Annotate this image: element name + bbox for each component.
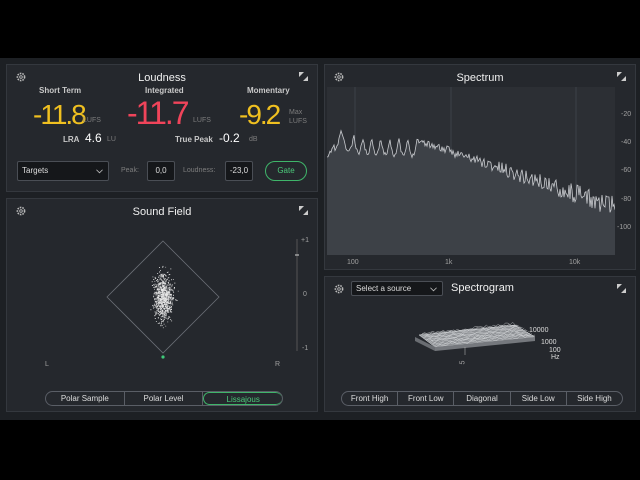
loudness-panel: Loudness Short Term -11.8 LUFS Integrate… xyxy=(6,64,318,192)
integrated-label: Integrated xyxy=(145,86,184,95)
spectrum-x-100: 100 xyxy=(347,259,359,266)
scale-plus-one: +1 xyxy=(301,237,309,244)
spectrogram-freq-unit: Hz xyxy=(551,354,560,361)
spectrogram-freq-10000: 10000 xyxy=(529,327,549,334)
chevron-down-icon xyxy=(96,169,103,174)
sound-field-mode-selector: Polar Sample Polar Level Lissajous xyxy=(45,391,283,406)
targets-select[interactable]: Targets xyxy=(17,161,109,181)
source-select-label: Select a source xyxy=(356,284,412,293)
expand-icon[interactable] xyxy=(298,71,309,82)
spectrogram-view-selector: Front High Front Low Diagonal Side Low S… xyxy=(341,391,623,406)
spectrogram-panel: Select a source Spectrogram 10000 1000 1… xyxy=(324,276,636,412)
gear-icon[interactable] xyxy=(333,283,345,295)
short-term-unit: LUFS xyxy=(83,117,101,124)
source-select[interactable]: Select a source xyxy=(351,281,443,296)
lra-label: LRA xyxy=(63,135,80,144)
loudness-title: Loudness xyxy=(138,72,186,84)
true-peak-label: True Peak xyxy=(175,135,213,144)
momentary-value: -9.2 xyxy=(239,99,281,130)
gate-button[interactable]: Gate xyxy=(265,161,307,181)
spectrum-y-100: -100 xyxy=(617,224,632,231)
lra-unit: LU xyxy=(107,136,116,143)
spectrum-y-80: -80 xyxy=(621,196,632,203)
spectrum-y-40: -40 xyxy=(621,139,632,146)
mode-polar-level[interactable]: Polar Level xyxy=(125,392,204,405)
integrated-value: -11.7 xyxy=(127,95,190,131)
spectrogram-3d-display xyxy=(415,322,536,355)
expand-icon[interactable] xyxy=(616,71,627,82)
short-term-value: -11.8 xyxy=(33,99,87,130)
lissajous-display xyxy=(106,239,299,359)
momentary-unit-lufs: LUFS xyxy=(289,118,307,125)
peak-input[interactable]: 0,0 xyxy=(147,161,175,181)
lra-value: 4.6 xyxy=(85,131,102,145)
sound-field-panel: Sound Field +1 0 -1 L R Polar Sample Pol… xyxy=(6,198,318,412)
loudness-target-label: Loudness: xyxy=(183,167,216,174)
integrated-unit: LUFS xyxy=(193,117,211,124)
view-side-high[interactable]: Side High xyxy=(567,392,622,405)
spectrogram-title: Spectrogram xyxy=(451,282,514,294)
mode-lissajous[interactable]: Lissajous xyxy=(203,392,282,405)
view-front-low[interactable]: Front Low xyxy=(398,392,455,405)
expand-icon[interactable] xyxy=(616,283,627,294)
spectrogram-time-label: 5 xyxy=(459,360,467,365)
insight-meter-window: Loudness Short Term -11.8 LUFS Integrate… xyxy=(0,58,640,420)
true-peak-unit: dB xyxy=(249,136,258,143)
right-channel-label: R xyxy=(275,361,281,368)
targets-select-label: Targets xyxy=(22,166,49,175)
mode-polar-sample[interactable]: Polar Sample xyxy=(46,392,125,405)
spectrum-graph xyxy=(327,87,615,255)
spectrum-x-1k: 1k xyxy=(445,259,453,266)
scale-minus-one: -1 xyxy=(302,345,309,352)
momentary-label: Momentary xyxy=(247,86,290,95)
momentary-unit-max: Max xyxy=(289,109,303,116)
true-peak-value: -0.2 xyxy=(219,131,240,145)
scale-zero: 0 xyxy=(303,291,307,298)
spectrogram-freq-100: 100 xyxy=(549,347,561,354)
spectrogram-freq-1000: 1000 xyxy=(541,339,557,346)
loudness-target-input[interactable]: -23,0 xyxy=(225,161,253,181)
spectrum-y-20: -20 xyxy=(621,111,632,118)
chevron-down-icon xyxy=(430,287,437,292)
peak-label: Peak: xyxy=(121,167,139,174)
spectrum-title: Spectrum xyxy=(456,72,504,84)
view-side-low[interactable]: Side Low xyxy=(511,392,567,405)
short-term-label: Short Term xyxy=(39,86,82,95)
left-channel-label: L xyxy=(45,361,49,368)
spectrum-y-60: -60 xyxy=(621,167,632,174)
view-front-high[interactable]: Front High xyxy=(342,392,399,405)
view-diagonal[interactable]: Diagonal xyxy=(454,392,511,405)
spectrum-x-10k: 10k xyxy=(569,259,581,266)
spectrum-panel: Spectrum 100 1k 10k -20 -40 -60 -80 -100 xyxy=(324,64,636,270)
